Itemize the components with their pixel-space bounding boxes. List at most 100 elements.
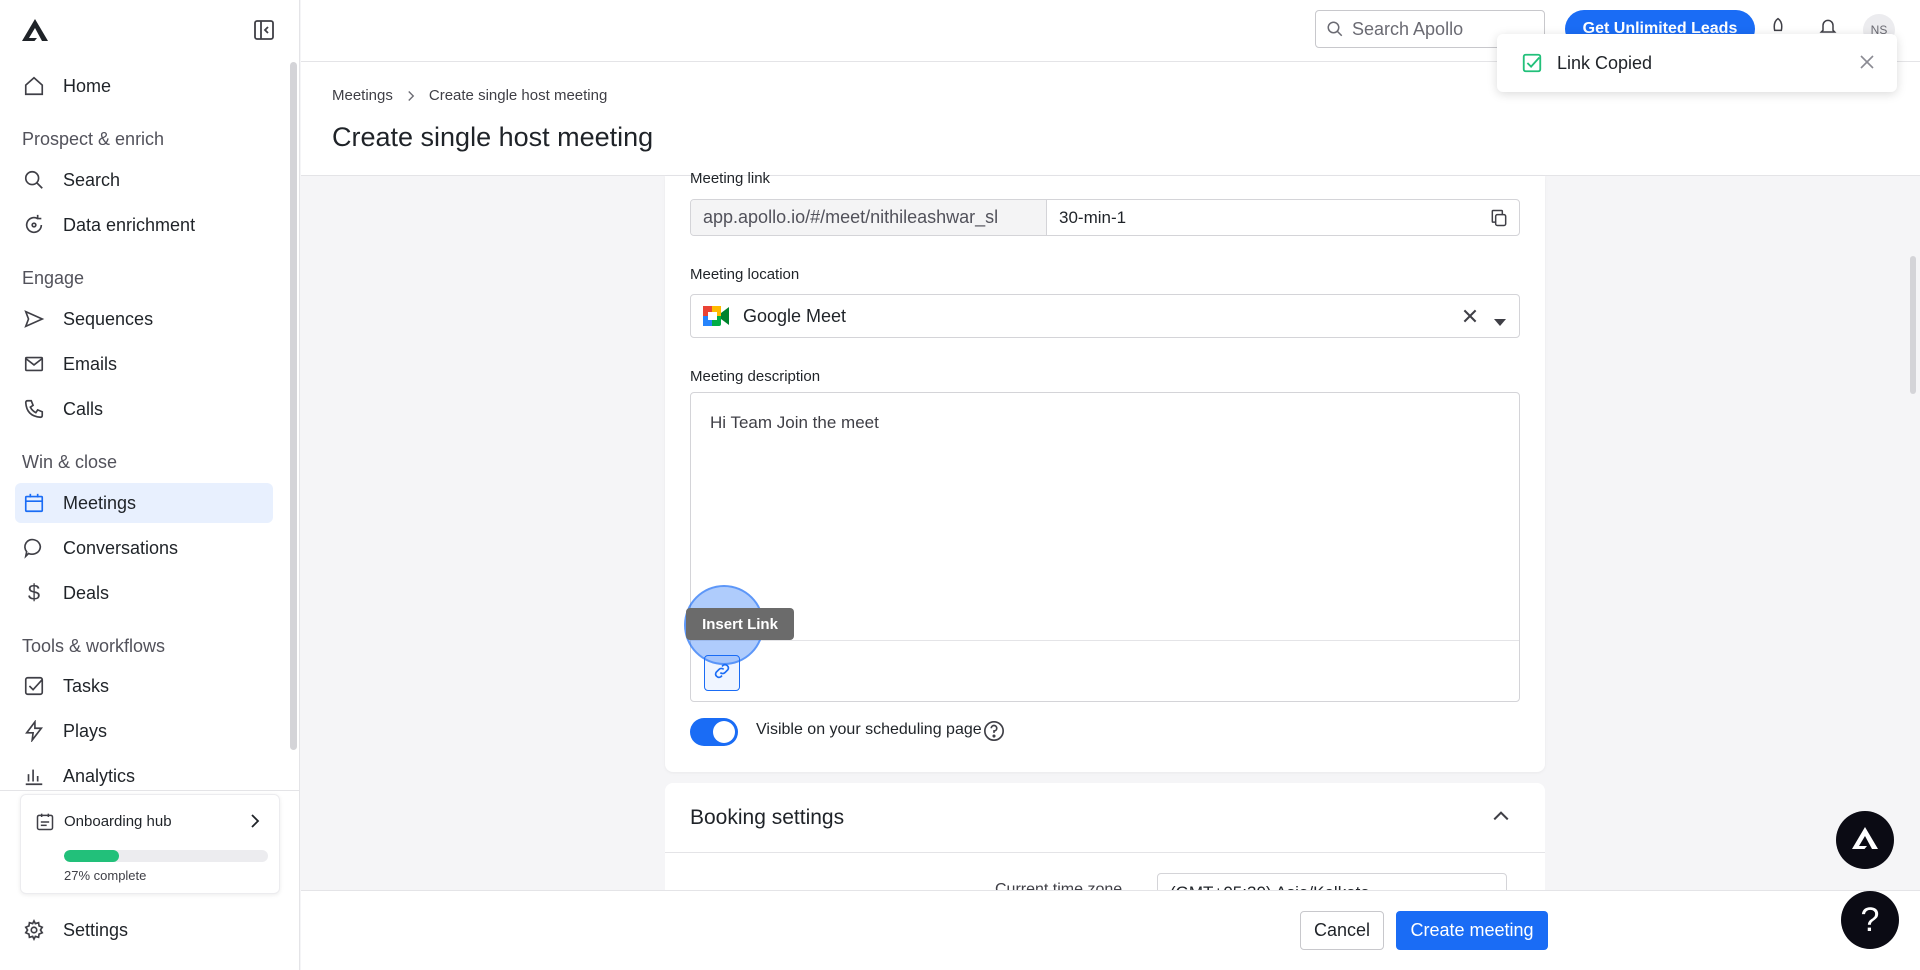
meeting-location-label: Meeting location xyxy=(690,266,800,283)
toast-message: Link Copied xyxy=(1557,53,1653,73)
sidebar-scrollbar[interactable] xyxy=(290,62,297,750)
sidebar-item-label: Search xyxy=(63,169,121,190)
search-placeholder: Search Apollo xyxy=(1352,18,1464,39)
apollo-logo-icon[interactable] xyxy=(20,17,50,43)
apollo-logo-icon xyxy=(1850,825,1880,856)
checklist-icon xyxy=(35,812,55,837)
mail-icon xyxy=(23,353,45,375)
meeting-description-editor[interactable]: Hi Team Join the meet xyxy=(684,392,1520,702)
sidebar-item-label: Conversations xyxy=(63,537,179,558)
sidebar-item-label: Analytics xyxy=(63,765,136,786)
sidebar-item-settings[interactable]: Settings xyxy=(15,910,273,950)
gear-icon xyxy=(23,919,45,941)
visible-on-scheduling-label: Visible on your scheduling page xyxy=(756,721,982,738)
sidebar-item-meetings[interactable]: Meetings xyxy=(15,483,273,523)
meeting-link-field: app.apollo.io/#/meet/nithileashwar_sl 30… xyxy=(690,199,1520,236)
close-icon[interactable] xyxy=(1859,54,1875,75)
meeting-description-text[interactable]: Hi Team Join the meet xyxy=(710,413,879,433)
onboarding-progress-bar xyxy=(64,850,268,862)
sidebar-item-label: Tasks xyxy=(63,675,110,696)
help-button[interactable]: ? xyxy=(1841,891,1899,949)
dollar-icon: $ xyxy=(27,580,41,605)
onboarding-hub-card[interactable]: Onboarding hub 27% complete xyxy=(20,794,280,894)
sidebar-item-label: Deals xyxy=(63,582,110,603)
sidebar-item-label: Home xyxy=(63,75,112,96)
sidebar-item-conversations[interactable]: Conversations xyxy=(15,528,273,568)
nav-section-prospect: Prospect & enrich xyxy=(22,129,165,149)
meeting-location-value: Google Meet xyxy=(743,305,847,326)
breadcrumb-current: Create single host meeting xyxy=(428,87,608,104)
chevron-right-icon xyxy=(247,813,263,834)
google-meet-icon xyxy=(701,303,731,329)
sidebar: Home Prospect & enrich Search Data enric… xyxy=(0,0,300,970)
search-icon xyxy=(1326,20,1344,38)
sidebar-item-label: Meetings xyxy=(63,492,137,513)
send-icon xyxy=(23,308,45,330)
apollo-assistant-button[interactable] xyxy=(1836,811,1894,869)
breadcrumb: Meetings Create single host meeting xyxy=(332,87,607,104)
sidebar-item-calls[interactable]: Calls xyxy=(15,389,273,429)
editor-toolbar-divider xyxy=(691,640,1519,641)
chevron-up-icon[interactable] xyxy=(1492,807,1510,830)
search-icon xyxy=(23,169,45,191)
help-circle-icon[interactable] xyxy=(983,720,1005,747)
meeting-link-prefix: app.apollo.io/#/meet/nithileashwar_sl xyxy=(691,200,1047,235)
content-scrollbar[interactable] xyxy=(1910,256,1916,394)
form-footer xyxy=(301,890,1920,970)
home-icon xyxy=(23,75,45,97)
sidebar-item-tasks[interactable]: Tasks xyxy=(15,666,273,706)
sidebar-item-label: Settings xyxy=(63,919,129,940)
bar-chart-icon xyxy=(23,765,45,787)
breadcrumb-meetings[interactable]: Meetings xyxy=(332,87,393,104)
cancel-button[interactable]: Cancel xyxy=(1300,911,1384,950)
time-zone-select[interactable]: (GMT+05:30) Asia/Kolkata xyxy=(1157,873,1507,890)
nav-section-engage: Engage xyxy=(22,268,85,288)
sidebar-divider xyxy=(0,790,300,791)
check-square-icon xyxy=(1521,52,1543,79)
sidebar-item-search[interactable]: Search xyxy=(15,160,273,200)
sidebar-item-label: Plays xyxy=(63,720,108,741)
meeting-link-slug-input[interactable]: 30-min-1 xyxy=(1047,200,1479,235)
onboarding-progress-fill xyxy=(64,850,120,862)
onboarding-title: Onboarding hub xyxy=(64,813,172,830)
page-title: Create single host meeting xyxy=(332,122,654,152)
insert-link-tooltip: Insert Link xyxy=(686,608,794,640)
insert-link-button[interactable] xyxy=(704,655,740,691)
sidebar-item-data-enrichment[interactable]: Data enrichment xyxy=(15,205,273,245)
link-icon xyxy=(712,661,732,686)
create-meeting-button[interactable]: Create meeting xyxy=(1396,911,1548,950)
toggle-knob xyxy=(713,721,735,743)
sidebar-item-emails[interactable]: Emails xyxy=(15,344,273,384)
meeting-description-label: Meeting description xyxy=(690,368,821,385)
nav-section-tools: Tools & workflows xyxy=(22,636,166,656)
nav-section-win-close: Win & close xyxy=(22,452,118,472)
sidebar-item-plays[interactable]: Plays xyxy=(15,711,273,751)
meeting-link-label: Meeting link xyxy=(690,170,771,187)
chevron-down-icon[interactable] xyxy=(1493,312,1507,333)
link-copied-toast: Link Copied xyxy=(1497,34,1897,92)
onboarding-progress-text: 27% complete xyxy=(64,868,147,883)
sidebar-item-label: Calls xyxy=(63,398,104,419)
checkbox-icon xyxy=(23,675,45,697)
phone-icon xyxy=(23,398,45,420)
sidebar-item-label: Data enrichment xyxy=(63,214,196,235)
time-zone-label: Current time zone xyxy=(995,881,1123,890)
calendar-icon xyxy=(23,492,45,514)
refresh-icon xyxy=(23,214,45,236)
chat-bubble-icon xyxy=(23,537,45,559)
visible-on-scheduling-toggle[interactable] xyxy=(690,718,738,746)
meeting-location-select[interactable]: Google Meet xyxy=(690,294,1520,338)
copy-icon[interactable] xyxy=(1479,200,1519,235)
sidebar-item-label: Sequences xyxy=(63,308,154,329)
chevron-right-icon xyxy=(405,90,417,102)
sidebar-item-home[interactable]: Home xyxy=(15,66,273,106)
booking-settings-header[interactable]: Booking settings xyxy=(665,783,1545,853)
sidebar-item-deals[interactable]: $ Deals xyxy=(15,573,273,613)
meeting-form-card: Meeting link app.apollo.io/#/meet/nithil… xyxy=(665,170,1545,772)
booking-settings-body: Current time zone (GMT+05:30) Asia/Kolka… xyxy=(665,853,1545,890)
lightning-icon xyxy=(23,720,45,742)
collapse-sidebar-icon[interactable] xyxy=(252,18,276,42)
clear-icon[interactable] xyxy=(1461,307,1479,330)
sidebar-item-sequences[interactable]: Sequences xyxy=(15,299,273,339)
booking-settings-title: Booking settings xyxy=(690,806,845,829)
